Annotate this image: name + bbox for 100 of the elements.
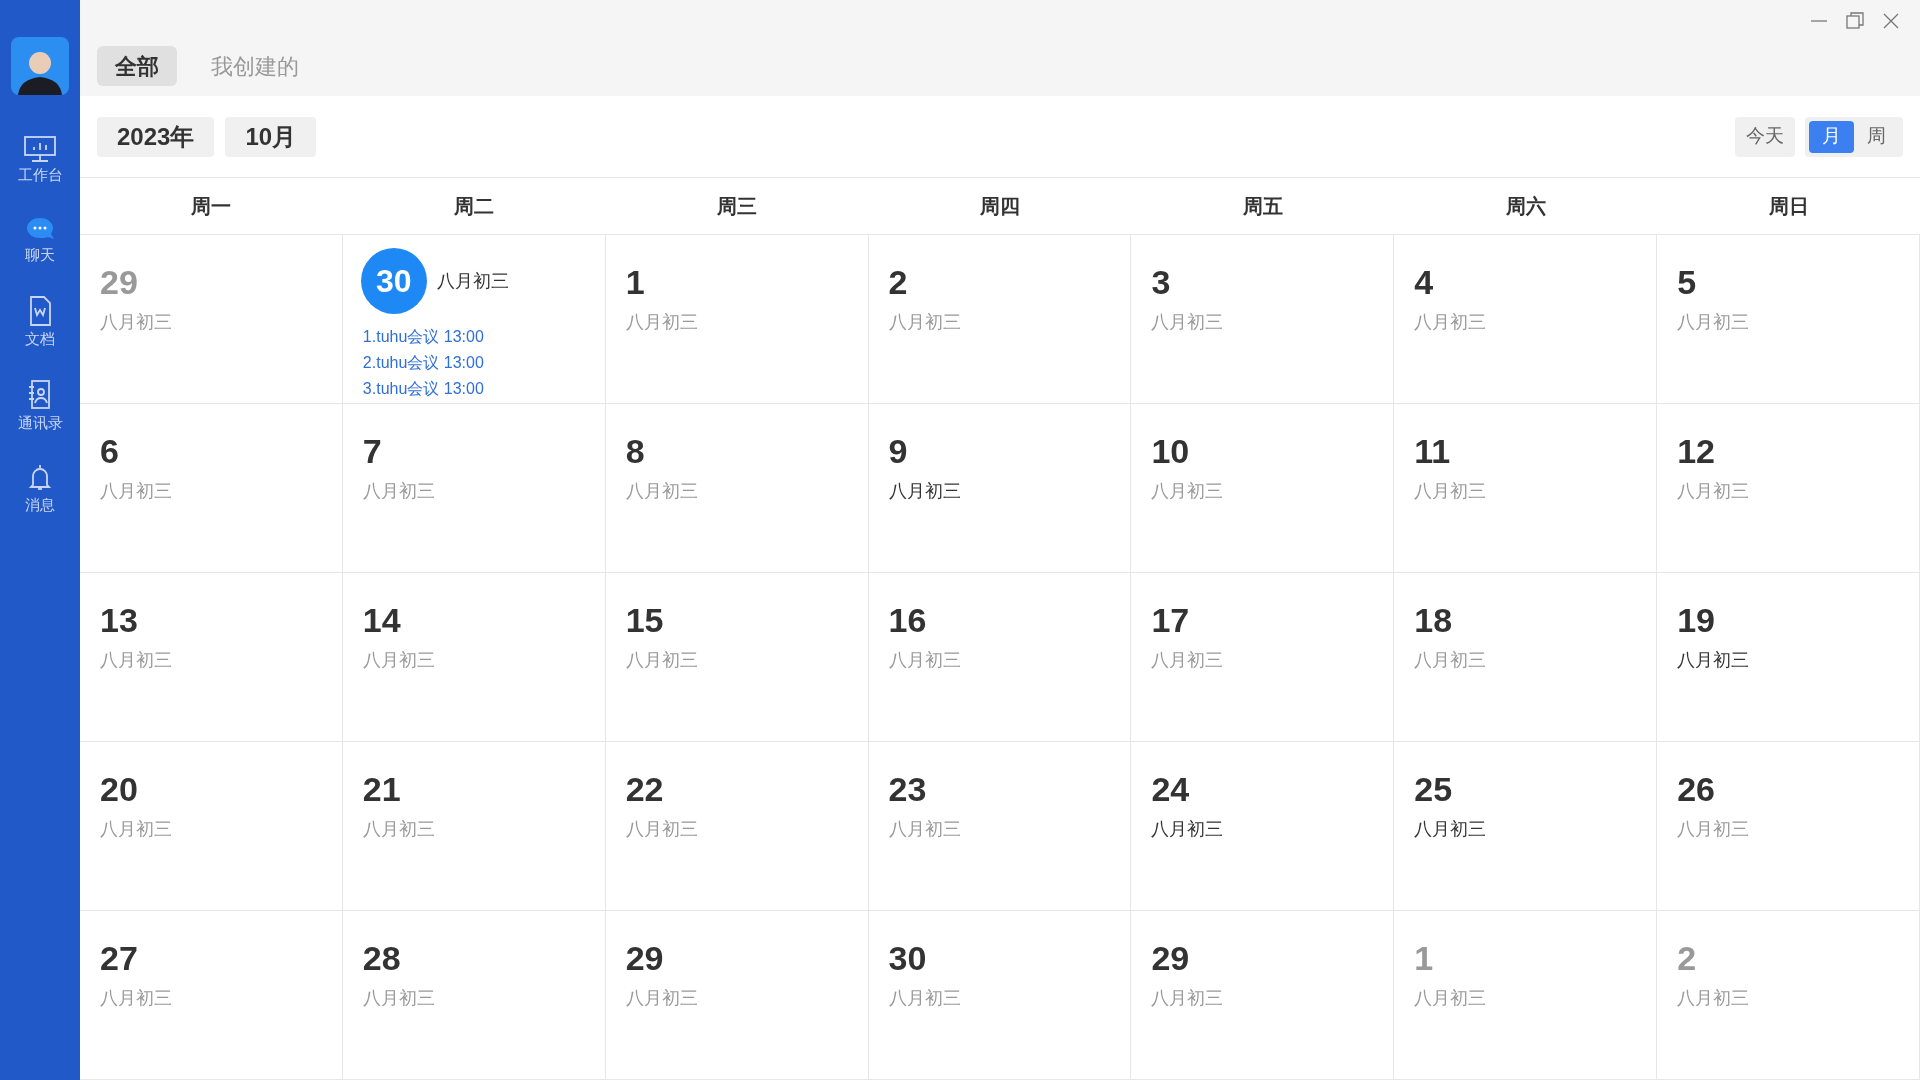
day-cell[interactable]: 29 八月初三 (605, 911, 869, 1080)
lunar-date: 八月初三 (1414, 818, 1488, 841)
day-number: 11 (1414, 431, 1452, 472)
lunar-date: 八月初三 (625, 987, 699, 1010)
day-number: 29 (625, 938, 665, 979)
lunar-date: 八月初三 (100, 987, 173, 1010)
day-cell[interactable]: 19 八月初三 (1657, 573, 1920, 742)
lunar-date: 八月初三 (1151, 480, 1225, 503)
day-cell[interactable]: 30 八月初三 1.tuhu会议 13:00 2.tuhu会议 13:00 3.tuhu会议 13:00 (342, 235, 606, 404)
day-number: 4 (1414, 262, 1435, 303)
lunar-date: 八月初三 (362, 649, 436, 672)
month-selector[interactable]: 10月 (225, 116, 317, 157)
lunar-date: 八月初三 (625, 649, 699, 672)
day-cell[interactable]: 27 八月初三 (80, 911, 343, 1080)
weekday-header: 周二 (454, 194, 495, 219)
lunar-date: 八月初三 (362, 818, 436, 841)
monitor-chart-icon (23, 135, 57, 163)
day-number: 19 (1677, 600, 1716, 641)
event-link[interactable]: 3.tuhu会议 13:00 (362, 376, 484, 402)
lunar-date: 八月初三 (100, 649, 173, 672)
day-cell[interactable]: 20 八月初三 (80, 742, 343, 911)
day-number: 16 (888, 600, 928, 641)
day-cell[interactable]: 12 八月初三 (1657, 404, 1920, 573)
day-number: 3 (1151, 262, 1172, 303)
sidebar-item[interactable]: 聊天 (0, 215, 80, 265)
today-button[interactable]: 今天 (1735, 116, 1795, 157)
day-number: 9 (888, 431, 909, 472)
restore-icon[interactable] (1844, 10, 1866, 32)
avatar[interactable] (11, 37, 69, 95)
sidebar-item[interactable]: 文档 (0, 295, 80, 349)
view-option[interactable]: 周 (1854, 120, 1899, 153)
day-number: 29 (100, 262, 139, 303)
lunar-date: 八月初三 (100, 480, 173, 503)
day-cell[interactable]: 8 八月初三 (605, 404, 869, 573)
lunar-date: 八月初三 (1151, 649, 1225, 672)
day-cell[interactable]: 4 八月初三 (1394, 235, 1658, 404)
day-cell[interactable]: 22 八月初三 (605, 742, 869, 911)
day-number: 5 (1677, 262, 1698, 303)
year-selector[interactable]: 2023年 (97, 116, 215, 157)
day-number: 8 (625, 431, 646, 472)
weekday-header: 周三 (717, 194, 758, 219)
sidebar-item[interactable]: 工作台 (0, 135, 80, 185)
day-cell[interactable]: 30 八月初三 (868, 911, 1132, 1080)
event-link[interactable]: 1.tuhu会议 13:00 (362, 324, 484, 350)
weekday-header: 周五 (1242, 194, 1283, 219)
day-number: 28 (362, 938, 402, 979)
lunar-date: 八月初三 (625, 818, 699, 841)
day-cell[interactable]: 9 八月初三 (868, 404, 1132, 573)
event-link[interactable]: 2.tuhu会议 13:00 (362, 350, 484, 376)
weekday-header: 周四 (980, 194, 1020, 219)
day-cell[interactable]: 10 八月初三 (1131, 404, 1395, 573)
day-number: 22 (625, 769, 665, 810)
day-cell[interactable]: 23 八月初三 (868, 742, 1132, 911)
day-number: 18 (1414, 600, 1454, 641)
day-cell[interactable]: 13 八月初三 (80, 573, 343, 742)
tab[interactable]: 全部 (97, 46, 177, 86)
day-cell[interactable]: 28 八月初三 (342, 911, 606, 1080)
today-marker: 30 (360, 248, 427, 314)
lunar-date: 八月初三 (625, 311, 699, 334)
day-cell[interactable]: 5 八月初三 (1657, 235, 1920, 404)
lunar-date: 八月初三 (100, 818, 173, 841)
day-cell[interactable]: 7 八月初三 (342, 404, 606, 573)
day-number: 25 (1414, 769, 1454, 810)
day-number: 2 (888, 262, 909, 303)
day-cell[interactable]: 2 八月初三 (868, 235, 1132, 404)
day-cell[interactable]: 25 八月初三 (1394, 742, 1658, 911)
day-cell[interactable]: 3 八月初三 (1131, 235, 1395, 404)
day-number: 26 (1677, 769, 1716, 810)
day-cell[interactable]: 18 八月初三 (1394, 573, 1658, 742)
view-option[interactable]: 月 (1809, 120, 1854, 153)
day-number: 14 (362, 600, 402, 641)
day-number: 23 (888, 769, 928, 810)
day-cell[interactable]: 14 八月初三 (342, 573, 606, 742)
lunar-date: 八月初三 (1677, 818, 1751, 841)
day-number: 21 (362, 769, 402, 810)
day-cell[interactable]: 17 八月初三 (1131, 573, 1395, 742)
lunar-date: 八月初三 (1677, 649, 1751, 672)
day-cell[interactable]: 29 八月初三 (1131, 911, 1395, 1080)
day-number: 17 (1151, 600, 1191, 641)
day-number: 2 (1677, 938, 1698, 979)
lunar-date: 八月初三 (1414, 311, 1488, 334)
sidebar-item[interactable]: 消息 (0, 463, 80, 515)
day-number: 7 (362, 431, 383, 472)
lunar-date: 八月初三 (888, 987, 962, 1010)
lunar-date: 八月初三 (362, 480, 436, 503)
day-cell[interactable]: 24 八月初三 (1131, 742, 1395, 911)
day-number: 15 (625, 600, 665, 641)
day-cell[interactable]: 1 八月初三 (605, 235, 869, 404)
day-number: 30 (888, 938, 928, 979)
day-cell[interactable]: 15 八月初三 (605, 573, 869, 742)
day-cell[interactable]: 21 八月初三 (342, 742, 606, 911)
day-cell[interactable]: 6 八月初三 (80, 404, 343, 573)
day-cell[interactable]: 16 八月初三 (868, 573, 1132, 742)
lunar-date: 八月初三 (1151, 311, 1225, 334)
sidebar-item[interactable]: 通讯录 (0, 379, 80, 433)
day-cell[interactable]: 26 八月初三 (1657, 742, 1920, 911)
weekday-header: 周日 (1768, 194, 1809, 219)
day-cell[interactable]: 11 八月初三 (1394, 404, 1658, 573)
lunar-date: 八月初三 (362, 987, 436, 1010)
lunar-date: 八月初三 (1677, 987, 1751, 1010)
